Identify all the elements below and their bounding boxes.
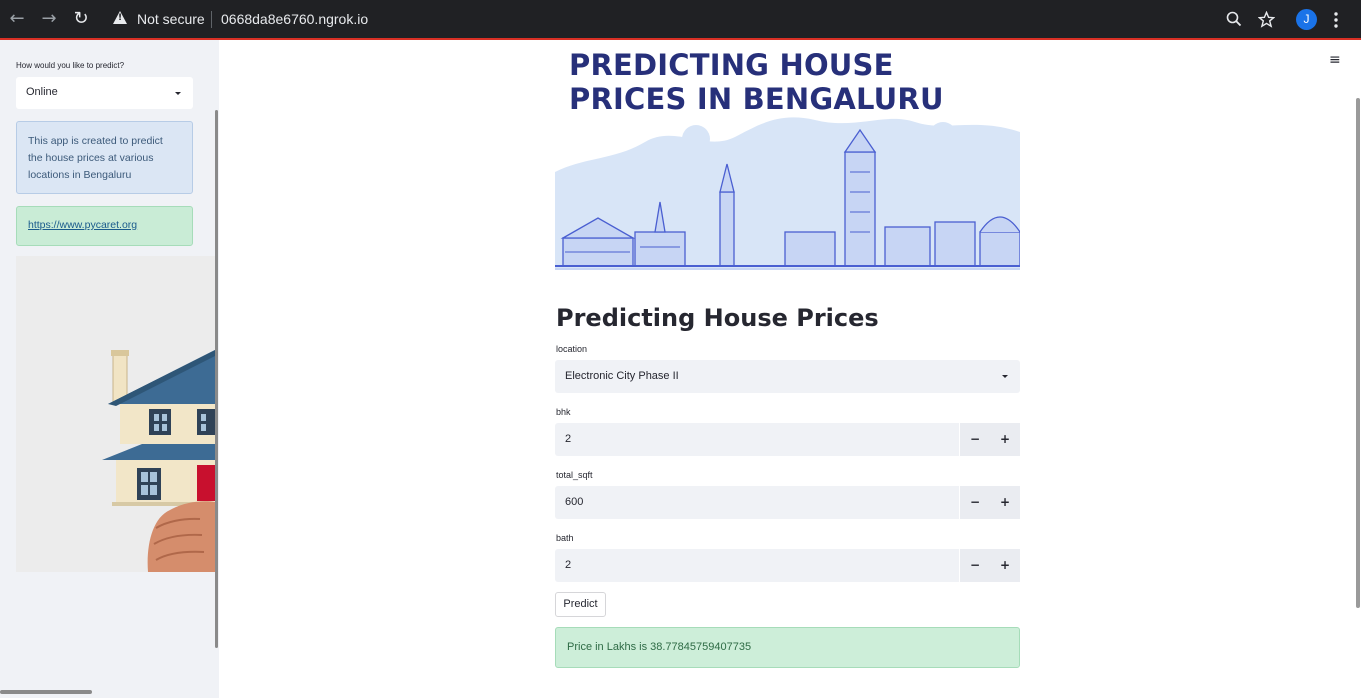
- bath-label: bath: [556, 533, 574, 543]
- predict-button[interactable]: Predict: [555, 592, 606, 617]
- banner-title-line1: PREDICTING HOUSE: [569, 48, 894, 82]
- prediction-result-text: Price in Lakhs is 38.77845759407735: [567, 641, 752, 653]
- main-scrollbar[interactable]: [1356, 98, 1360, 608]
- forward-arrow-icon[interactable]: →: [39, 9, 59, 29]
- chevron-down-icon: [175, 92, 181, 95]
- bhk-increment-button[interactable]: +: [990, 423, 1020, 456]
- banner-title: PREDICTING HOUSE PRICES IN BENGALURU: [569, 48, 944, 116]
- prediction-result: Price in Lakhs is 38.77845759407735: [555, 627, 1020, 668]
- back-arrow-icon[interactable]: ←: [7, 9, 27, 29]
- sidebar-horizontal-scrollbar[interactable]: [0, 690, 92, 694]
- url-divider: [211, 11, 212, 28]
- total-sqft-increment-button[interactable]: +: [990, 486, 1020, 519]
- browser-toolbar: ← → ↻ Not secure 0668da8e6760.ngrok.io J: [0, 0, 1361, 40]
- bath-value[interactable]: 2: [565, 559, 571, 571]
- security-status[interactable]: Not secure: [137, 11, 205, 27]
- predict-mode-label: How would you like to predict?: [16, 61, 125, 70]
- bhk-input[interactable]: 2 − +: [555, 423, 1020, 456]
- bhk-decrement-button[interactable]: −: [959, 423, 990, 456]
- bath-decrement-button[interactable]: −: [959, 549, 990, 582]
- location-value: Electronic City Phase II: [565, 370, 679, 382]
- success-link-box: https://www.pycaret.org: [16, 206, 193, 246]
- profile-avatar[interactable]: J: [1296, 9, 1317, 30]
- predict-mode-select[interactable]: Online: [16, 77, 193, 109]
- info-alert: This app is created to predict the house…: [16, 121, 193, 194]
- reload-icon[interactable]: ↻: [71, 9, 91, 29]
- location-select[interactable]: Electronic City Phase II: [555, 360, 1020, 393]
- info-text: This app is created to predict the house…: [28, 135, 163, 181]
- address-bar[interactable]: 0668da8e6760.ngrok.io: [221, 11, 368, 27]
- warning-icon[interactable]: [113, 11, 127, 24]
- house-image: [16, 256, 215, 572]
- bath-input[interactable]: 2 − +: [555, 549, 1020, 582]
- page-title: Predicting House Prices: [556, 304, 879, 332]
- location-label: location: [556, 344, 588, 354]
- total-sqft-value[interactable]: 600: [565, 496, 583, 508]
- bhk-label: bhk: [556, 407, 571, 417]
- predict-mode-value: Online: [26, 86, 58, 98]
- banner-image: PREDICTING HOUSE PRICES IN BENGALURU: [555, 42, 1020, 270]
- total-sqft-label: total_sqft: [556, 470, 593, 480]
- more-menu-icon[interactable]: [1333, 12, 1339, 28]
- total-sqft-decrement-button[interactable]: −: [959, 486, 990, 519]
- bath-increment-button[interactable]: +: [990, 549, 1020, 582]
- pycaret-link[interactable]: https://www.pycaret.org: [28, 219, 137, 231]
- bookmark-star-icon[interactable]: [1258, 11, 1275, 28]
- bhk-value[interactable]: 2: [565, 433, 571, 445]
- zoom-icon[interactable]: [1226, 11, 1242, 27]
- hamburger-menu-icon[interactable]: ≡: [1329, 52, 1341, 68]
- total-sqft-input[interactable]: 600 − +: [555, 486, 1020, 519]
- banner-title-line2: PRICES IN BENGALURU: [569, 82, 944, 116]
- chevron-down-icon: [1002, 375, 1008, 378]
- sidebar-scrollbar[interactable]: [215, 110, 218, 648]
